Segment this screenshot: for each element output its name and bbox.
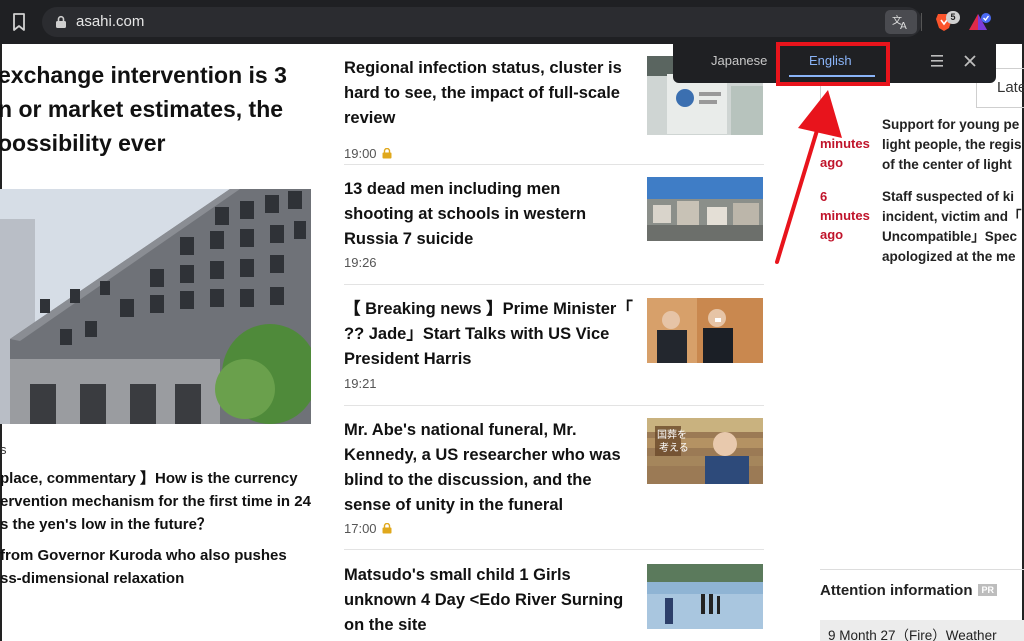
news-time: 19:21	[344, 376, 377, 391]
toolbar-separator	[921, 13, 922, 31]
related-line: ss-dimensional relaxation	[0, 570, 185, 587]
web-page: exchange intervention is 3 n or market e…	[0, 44, 1024, 641]
headline-line: n or market estimates, the	[0, 96, 284, 122]
ranking-line: incident, victim and「	[882, 209, 1022, 224]
news-thumbnail[interactable]	[647, 298, 763, 363]
browser-toolbar: asahi.com 文 A 5	[0, 0, 1024, 44]
news-divider	[344, 284, 764, 285]
news-title[interactable]: Mr. Abe's national funeral, Mr. Kennedy,…	[344, 418, 634, 518]
padlock-badge-icon	[382, 147, 392, 159]
attention-heading: Attention information PR	[820, 582, 997, 599]
news-time-text: 19:21	[344, 376, 377, 391]
related-line: place, commentary 】How is the currency	[0, 470, 298, 487]
news-time: 17:00	[344, 521, 392, 536]
news-divider	[344, 405, 764, 406]
news-thumbnail[interactable]	[647, 177, 763, 241]
news-time: 19:00	[344, 146, 392, 161]
news-time-text: 19:26	[344, 255, 377, 270]
headline-line: oossibility ever	[0, 130, 166, 156]
news-time-text: 17:00	[344, 521, 377, 536]
news-item[interactable]: Mr. Abe's national funeral, Mr. Kennedy,…	[344, 418, 764, 553]
ranking-line: Staff suspected of ki	[882, 189, 1015, 204]
tab-japanese[interactable]: Japanese	[711, 53, 767, 68]
pr-badge: PR	[978, 584, 997, 596]
ranking-line: Uncompatible」Spec	[882, 229, 1018, 244]
bookmark-icon[interactable]	[10, 12, 28, 32]
thumb-caption: 国葬を	[657, 429, 687, 441]
news-thumbnail[interactable]: 国葬を 考える	[647, 418, 763, 484]
news-divider	[344, 164, 764, 165]
news-item[interactable]: 【 Breaking news 】Prime Minister「 ?? Jade…	[344, 297, 764, 407]
related-line: from Governor Kuroda who also pushes	[0, 547, 287, 564]
padlock-badge-icon	[382, 522, 392, 534]
annotation-highlight-box	[776, 42, 890, 86]
news-title[interactable]: Matsudo's small child 1 Girls unknown 4 …	[344, 563, 634, 638]
translate-icon: 文 A	[892, 14, 907, 30]
ranking-line: Support for young pe	[882, 117, 1020, 132]
ranking-item[interactable]: Support for young pe light people, the r…	[882, 115, 1024, 175]
lock-icon	[54, 15, 68, 29]
lead-story-headline[interactable]: exchange intervention is 3 n or market e…	[0, 58, 318, 160]
lead-story-related-link-2[interactable]: from Governor Kuroda who also pushes ss-…	[0, 544, 320, 590]
news-title[interactable]: 【 Breaking news 】Prime Minister「 ?? Jade…	[344, 297, 634, 372]
ranking-line: of the center of light	[882, 157, 1012, 172]
lead-story-bullet: s	[0, 442, 7, 457]
news-title[interactable]: 13 dead men including men shooting at sc…	[344, 177, 634, 252]
svg-text:A: A	[900, 21, 907, 30]
news-divider	[344, 549, 764, 550]
attention-title: Attention information	[820, 582, 973, 599]
news-item[interactable]: Matsudo's small child 1 Girls unknown 4 …	[344, 563, 764, 641]
brave-rewards-icon[interactable]	[967, 11, 993, 33]
ranking-item[interactable]: Staff suspected of ki incident, victim a…	[882, 187, 1024, 267]
address-bar[interactable]: asahi.com	[42, 7, 922, 37]
close-icon[interactable]	[963, 54, 977, 68]
news-item[interactable]: 13 dead men including men shooting at sc…	[344, 177, 764, 287]
weather-link[interactable]: 9 Month 27（Fire）Weather	[820, 620, 1024, 641]
translate-button[interactable]: 文 A	[885, 10, 917, 34]
menu-icon[interactable]	[931, 54, 943, 68]
thumb-caption: 考える	[659, 442, 689, 454]
lead-story-related-link[interactable]: place, commentary 】How is the currency e…	[0, 467, 320, 536]
shields-count-badge: 5	[946, 11, 960, 24]
url-text[interactable]: asahi.com	[76, 13, 144, 30]
attention-divider	[820, 569, 1024, 570]
news-thumbnail[interactable]	[647, 564, 763, 629]
annotation-arrow-icon	[760, 84, 850, 274]
news-title[interactable]: Regional infection status, cluster is ha…	[344, 56, 634, 131]
related-line: ervention mechanism for the first time i…	[0, 493, 311, 510]
lead-story-photo[interactable]	[0, 189, 311, 424]
news-time-text: 19:00	[344, 146, 377, 161]
ranking-line: apologized at the me	[882, 249, 1016, 264]
news-time: 19:26	[344, 255, 377, 270]
related-line: s the yen's low in the future？	[0, 516, 212, 533]
headline-line: exchange intervention is 3	[0, 62, 287, 88]
ranking-line: light people, the regis	[882, 137, 1022, 152]
